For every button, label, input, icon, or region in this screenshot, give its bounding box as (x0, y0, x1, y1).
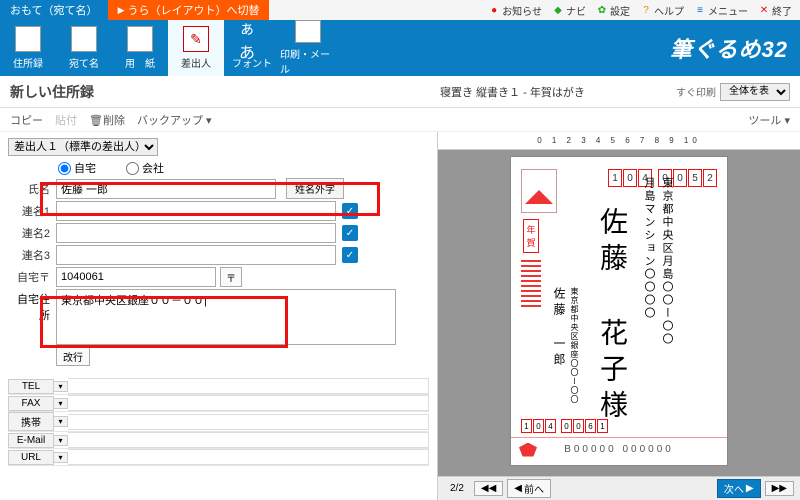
sender-name-preview: 佐藤 一郎 (551, 287, 568, 369)
prev-button[interactable]: ◀ 前へ (507, 479, 551, 498)
address-input[interactable]: 東京都中央区銀座００－００| (56, 289, 396, 345)
zip-input[interactable] (56, 267, 216, 287)
fax-dd[interactable]: ▾ (54, 398, 68, 409)
paste-button[interactable]: 貼付 (55, 112, 77, 128)
font-icon: ぁあ (239, 26, 265, 52)
ren1-check[interactable]: ✓ (342, 203, 358, 219)
bell-icon: ● (488, 4, 500, 16)
fax-input[interactable] (68, 395, 429, 411)
copy-button[interactable]: コピー (10, 112, 43, 128)
label-ren1: 連名1 (8, 203, 56, 219)
edit-toolbar: コピー 貼付 🗑削除 バックアップ ▾ ツール ▾ (0, 108, 800, 132)
label-address: 自宅住所 (8, 289, 56, 323)
mobile-dd[interactable]: ▾ (54, 416, 68, 427)
last-button[interactable]: ▶▶ (765, 481, 794, 496)
tab-front[interactable]: おもて（宛て名） (0, 0, 108, 20)
printer-icon: ⎙ (295, 20, 321, 43)
decoration-stripes (521, 257, 541, 307)
book-icon: ▥ (15, 26, 41, 52)
preview-panel: 0 1 2 3 4 5 6 7 8 9 10 1040052 年賀 東京都中央区… (438, 132, 800, 500)
contacts-table: TEL▾ FAX▾ 携帯▾ E-Mail▾ URL▾ (8, 378, 429, 466)
renmei1-input[interactable] (56, 201, 336, 221)
backup-button[interactable]: バックアップ ▾ (137, 112, 212, 128)
ruler: 0 1 2 3 4 5 6 7 8 9 10 (438, 132, 800, 150)
label-ren2: 連名2 (8, 225, 56, 241)
sender-select[interactable]: 差出人１（標準の差出人） (8, 138, 158, 156)
email-dd[interactable]: ▾ (54, 435, 68, 446)
lottery-deco-icon (519, 443, 537, 457)
help-link[interactable]: ?ヘルプ (640, 3, 684, 18)
email-input[interactable] (68, 432, 429, 448)
recipient-address-2: 月島マンション〇〇〇〇 (641, 177, 657, 320)
trash-icon: 🗑 (89, 115, 103, 127)
label-fax: FAX (8, 396, 54, 411)
ribbon-sender[interactable]: ✎差出人 (168, 20, 224, 76)
page-indicator: 2/2 (450, 483, 464, 494)
name-input[interactable] (56, 179, 276, 199)
radio-company[interactable]: 会社 (126, 160, 164, 176)
lottery-area: B00000 000000 (511, 437, 727, 461)
label-ren3: 連名3 (8, 247, 56, 263)
zip-lookup-button[interactable]: 〒 (220, 267, 242, 287)
recipient-address-1: 東京都中央区月島〇〇ー〇〇 (659, 177, 675, 346)
ribbon-atena[interactable]: ▤宛て名 (56, 20, 112, 76)
next-button[interactable]: 次へ ▶ (717, 479, 761, 498)
settings-link[interactable]: ✿設定 (596, 3, 630, 18)
renmei2-input[interactable] (56, 223, 336, 243)
delete-button[interactable]: 🗑削除 (89, 112, 125, 128)
label-name: 氏名 (8, 181, 56, 197)
tool-button[interactable]: ツール ▾ (748, 112, 790, 128)
system-menu: ●お知らせ ◆ナビ ✿設定 ?ヘルプ ≡メニュー ✕終了 (488, 0, 800, 20)
tel-input[interactable] (68, 378, 429, 394)
label-email: E-Mail (8, 433, 54, 448)
navi-icon: ◆ (552, 4, 564, 16)
app-brand: 筆ぐるめ32 (670, 32, 788, 64)
renmei3-input[interactable] (56, 245, 336, 265)
label-mobile: 携帯 (8, 412, 54, 431)
url-input[interactable] (68, 449, 429, 465)
ren2-check[interactable]: ✓ (342, 225, 358, 241)
ren3-check[interactable]: ✓ (342, 247, 358, 263)
fuji-icon (525, 190, 553, 204)
nenga-mark: 年賀 (523, 219, 539, 253)
form-panel: 差出人１（標準の差出人） 自宅 会社 氏名 姓名外字 連名1 ✓ 連名2 ✓ 連… (0, 132, 438, 500)
label-url: URL (8, 450, 54, 465)
radio-home[interactable]: 自宅 (58, 160, 96, 176)
mobile-input[interactable] (68, 414, 429, 430)
help-icon: ? (640, 4, 652, 16)
ribbon-paper[interactable]: ▯用 紙 (112, 20, 168, 76)
menu-icon: ≡ (694, 4, 706, 16)
linebreak-button[interactable]: 改行 (56, 347, 90, 366)
ribbon: ▥住所録 ▤宛て名 ▯用 紙 ✎差出人 ぁあフォント ⎙印刷・メール 筆ぐるめ3… (0, 20, 800, 76)
gaiji-button[interactable]: 姓名外字 (286, 178, 344, 199)
sender-address: 東京都中央区銀座〇〇ー〇〇 (569, 287, 580, 404)
recipient-name: 佐藤 花子様 (591, 207, 631, 426)
sender-icon: ✎ (183, 26, 209, 52)
news-link[interactable]: ●お知らせ (488, 3, 542, 18)
ribbon-font[interactable]: ぁあフォント (224, 20, 280, 76)
gear-icon: ✿ (596, 4, 608, 16)
navi-link[interactable]: ◆ナビ (552, 3, 586, 18)
sender-zip: 1040061 (521, 419, 608, 433)
ribbon-print[interactable]: ⎙印刷・メール (280, 20, 336, 76)
preview-navbar: 2/2 ◀◀ ◀ 前へ 次へ ▶ ▶▶ (438, 476, 800, 500)
menu-link[interactable]: ≡メニュー (694, 3, 748, 18)
postcard-preview: 1040052 年賀 東京都中央区月島〇〇ー〇〇 月島マンション〇〇〇〇 佐藤 … (510, 156, 728, 466)
view-select[interactable]: 全体を表示 (720, 83, 790, 101)
label-tel: TEL (8, 379, 54, 394)
ribbon-addressbook[interactable]: ▥住所録 (0, 20, 56, 76)
label-zip: 自宅〒 (8, 269, 56, 285)
url-dd[interactable]: ▾ (54, 452, 68, 463)
tel-dd[interactable]: ▾ (54, 381, 68, 392)
stamp-area (521, 169, 557, 213)
print-now-label: すぐ印刷 (676, 84, 716, 99)
first-button[interactable]: ◀◀ (474, 481, 503, 496)
close-icon: ✕ (758, 4, 770, 16)
preview-title: 寝置き 縦書き１ - 年賀はがき (440, 84, 676, 100)
page-title: 新しい住所録 (10, 82, 440, 102)
paper-icon: ▯ (127, 26, 153, 52)
card-icon: ▤ (71, 26, 97, 52)
exit-link[interactable]: ✕終了 (758, 3, 792, 18)
